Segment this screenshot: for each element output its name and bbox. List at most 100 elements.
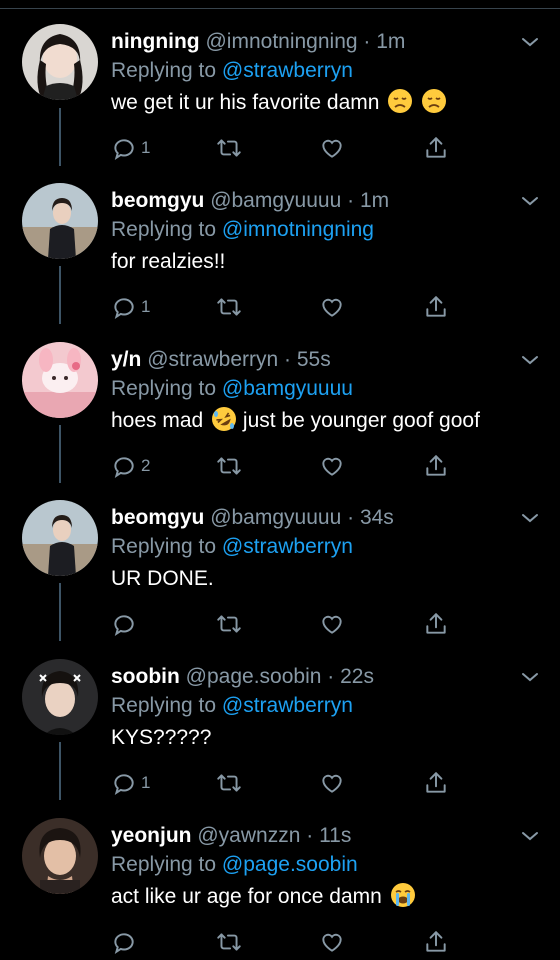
reply-button[interactable] — [111, 610, 141, 638]
replying-to: Replying to @strawberryn — [111, 532, 541, 561]
retweet-button[interactable] — [215, 769, 243, 797]
retweet-button[interactable] — [215, 452, 243, 480]
tweet-text-content: hoes mad — [111, 409, 204, 432]
mention-link[interactable]: @page.soobin — [222, 853, 358, 876]
reply-icon — [114, 933, 134, 954]
replying-to-label: Replying to — [111, 377, 217, 400]
tweet[interactable]: beomgyu @bamgyuuuu · 34s Replying to @st… — [0, 482, 560, 640]
user-handle[interactable]: @bamgyuuuu — [210, 506, 341, 529]
user-handle[interactable]: @yawnzzn — [197, 824, 300, 847]
timestamp[interactable]: 1m — [376, 30, 405, 53]
timestamp[interactable]: 34s — [360, 506, 394, 529]
disappointed-face-emoji — [388, 89, 413, 113]
reply-button[interactable] — [111, 928, 141, 956]
chevron-down-icon[interactable] — [520, 354, 540, 366]
tweet-text-content: UR DONE. — [111, 567, 214, 590]
share-icon — [426, 772, 446, 793]
replying-to: Replying to @imnotningning — [111, 215, 541, 244]
timestamp[interactable]: 22s — [340, 665, 374, 688]
share-button[interactable] — [423, 610, 449, 638]
retweet-button[interactable] — [215, 134, 243, 162]
replying-to-label: Replying to — [111, 694, 217, 717]
user-handle[interactable]: @strawberryn — [147, 348, 278, 371]
timestamp[interactable]: 1m — [360, 189, 389, 212]
heart-icon — [322, 933, 342, 952]
share-button[interactable] — [423, 928, 449, 956]
heart-icon — [322, 298, 342, 317]
reply-button[interactable]: 2 — [111, 452, 150, 480]
like-button[interactable] — [319, 293, 345, 321]
chevron-down-icon[interactable] — [520, 36, 540, 48]
reply-button[interactable]: 1 — [111, 134, 150, 162]
like-button[interactable] — [319, 134, 345, 162]
avatar[interactable] — [22, 342, 98, 418]
mention-link[interactable]: @strawberryn — [222, 535, 353, 558]
tweet-text-content: just be younger goof goof — [242, 409, 480, 432]
heart-icon — [322, 774, 342, 793]
user-handle[interactable]: @page.soobin — [186, 665, 322, 688]
reply-icon — [114, 139, 134, 160]
share-icon — [426, 613, 446, 634]
share-button[interactable] — [423, 452, 449, 480]
reply-icon — [114, 298, 134, 319]
tweet-text: for realzies!! — [111, 247, 541, 277]
tweet-text-content: act like ur age for once damn — [111, 885, 382, 908]
retweet-icon — [217, 457, 241, 475]
tweet[interactable]: y/n @strawberryn · 55s Replying to @bamg… — [0, 324, 560, 482]
user-handle[interactable]: @imnotningning — [205, 30, 357, 53]
tweet-actions: 1 — [111, 293, 541, 321]
tweet-text-content: we get it ur his favorite damn — [111, 91, 380, 114]
tweet-actions: 1 — [111, 134, 541, 162]
avatar[interactable] — [22, 183, 98, 259]
separator-dot: · — [357, 30, 377, 53]
mention-link[interactable]: @imnotningning — [222, 218, 374, 241]
chevron-down-icon[interactable] — [520, 512, 540, 524]
mention-link[interactable]: @bamgyuuuu — [222, 377, 353, 400]
reply-button[interactable]: 1 — [111, 293, 150, 321]
tweet-text: act like ur age for once damn — [111, 882, 541, 912]
mention-link[interactable]: @strawberryn — [222, 59, 353, 82]
display-name[interactable]: beomgyu — [111, 189, 204, 212]
tweet-text: KYS????? — [111, 723, 541, 753]
tweet-text: we get it ur his favorite damn — [111, 88, 541, 118]
display-name[interactable]: y/n — [111, 348, 141, 371]
display-name[interactable]: beomgyu — [111, 506, 204, 529]
avatar[interactable] — [22, 659, 98, 735]
share-button[interactable] — [423, 134, 449, 162]
display-name[interactable]: ningning — [111, 30, 200, 53]
share-button[interactable] — [423, 769, 449, 797]
like-button[interactable] — [319, 610, 345, 638]
replying-to-label: Replying to — [111, 218, 217, 241]
reply-icon — [114, 615, 134, 636]
retweet-button[interactable] — [215, 293, 243, 321]
tweet[interactable]: soobin @page.soobin · 22s Replying to @s… — [0, 641, 560, 799]
chevron-down-icon[interactable] — [520, 671, 540, 683]
retweet-icon — [217, 615, 241, 633]
chevron-down-icon[interactable] — [520, 195, 540, 207]
retweet-button[interactable] — [215, 610, 243, 638]
avatar[interactable] — [22, 500, 98, 576]
like-button[interactable] — [319, 928, 345, 956]
timestamp[interactable]: 55s — [297, 348, 331, 371]
mention-link[interactable]: @strawberryn — [222, 694, 353, 717]
retweet-icon — [217, 298, 241, 316]
retweet-button[interactable] — [215, 928, 243, 956]
tweet-text-content: for realzies!! — [111, 250, 226, 273]
tweet[interactable]: yeonjun @yawnzzn · 11s Replying to @page… — [0, 800, 560, 958]
timestamp[interactable]: 11s — [319, 824, 351, 847]
like-button[interactable] — [319, 452, 345, 480]
reply-button[interactable]: 1 — [111, 769, 150, 797]
separator-dot: · — [300, 824, 320, 847]
separator-dot: · — [278, 348, 297, 371]
tweet[interactable]: beomgyu @bamgyuuuu · 1m Replying to @imn… — [0, 165, 560, 323]
user-handle[interactable]: @bamgyuuuu — [210, 189, 341, 212]
share-button[interactable] — [423, 293, 449, 321]
display-name[interactable]: yeonjun — [111, 824, 192, 847]
display-name[interactable]: soobin — [111, 665, 180, 688]
like-button[interactable] — [319, 769, 345, 797]
rolling-on-floor-laughing-face-emoji — [212, 407, 237, 431]
avatar[interactable] — [22, 24, 98, 100]
avatar[interactable] — [22, 818, 98, 894]
chevron-down-icon[interactable] — [520, 830, 540, 842]
tweet[interactable]: ningning @imnotningning · 1m Replying to… — [0, 6, 560, 164]
